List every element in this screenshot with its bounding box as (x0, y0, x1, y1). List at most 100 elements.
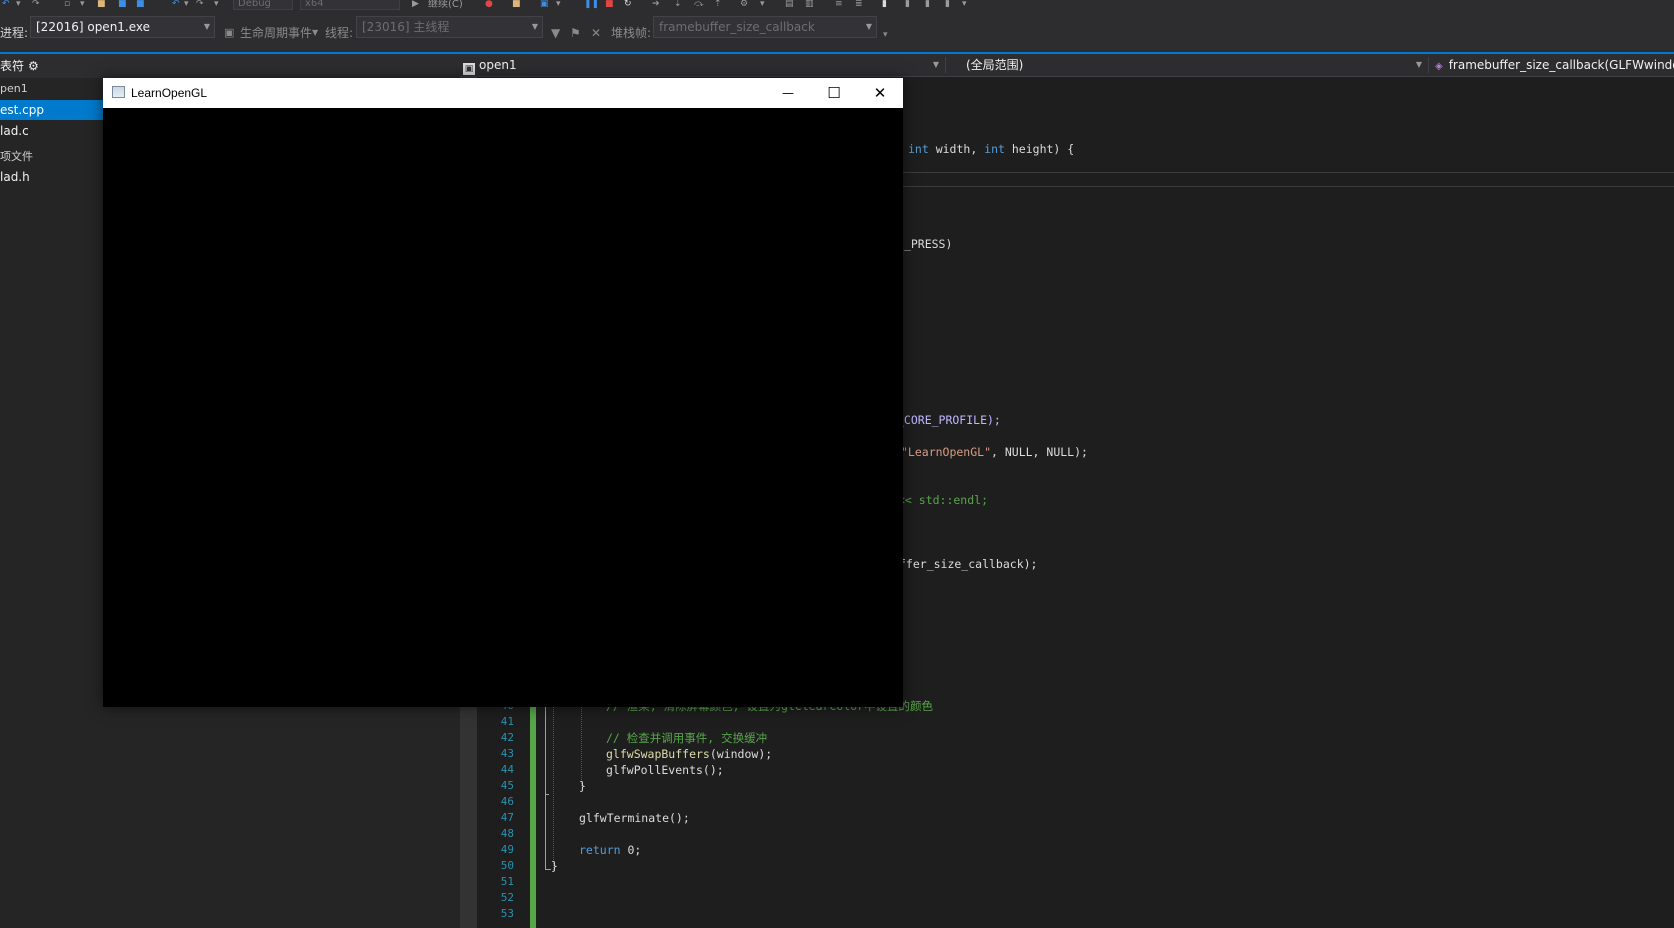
thread-dropdown[interactable]: [23016] 主线程 ▼ (356, 16, 543, 38)
project-value: open1 (479, 58, 517, 72)
code-line-50: } (551, 859, 558, 873)
return-value: 0; (620, 843, 642, 857)
redo-icon[interactable]: ↷ (196, 0, 204, 9)
redo-icon[interactable]: ↷ (32, 0, 40, 9)
chevron-down-icon[interactable]: ▾ (80, 0, 85, 9)
change-indicator-bar (530, 690, 536, 928)
chevron-down-icon[interactable]: ▾ (184, 0, 189, 9)
comment-icon[interactable]: ▤ (785, 0, 794, 9)
line-number: 42 (500, 731, 514, 744)
scope-dropdown[interactable]: (全局范围) ▼ (966, 55, 1426, 75)
code-line-47: glfwTerminate(); (579, 811, 690, 825)
screenshot-icon[interactable]: ▣ (540, 0, 549, 9)
opengl-window-titlebar[interactable]: LearnOpenGL — ☐ ✕ (103, 78, 903, 108)
new-file-icon[interactable]: ▫ (64, 0, 70, 9)
code-fragment-signature: int width, int height) { (908, 142, 1075, 156)
chevron-down-icon[interactable]: ▾ (214, 0, 219, 9)
opengl-window[interactable] (103, 78, 903, 707)
function-dropdown[interactable]: ◈ framebuffer_size_callback(GLFWwindo (1435, 55, 1674, 75)
step-over-icon[interactable]: ⤼ (694, 0, 704, 9)
debug-location-toolbar: 进程: [22016] open1.exe ▼ ▣ 生命周期事件 ▼ 线程: [… (0, 12, 1674, 52)
scope-bracket (545, 690, 546, 870)
lifecycle-events-button[interactable]: 生命周期事件 (240, 26, 312, 40)
diagnostic-icon[interactable]: ■ (512, 0, 521, 9)
function-value: framebuffer_size_callback(GLFWwindo (1448, 58, 1674, 72)
chevron-down-icon[interactable]: ▼ (312, 26, 318, 40)
process-dropdown[interactable]: [22016] open1.exe ▼ (30, 16, 215, 38)
tree-item-label: pen1 (0, 82, 28, 95)
code-line-42: // 检查并调用事件, 交换缓冲 (606, 731, 768, 745)
function-args: (window); (709, 747, 773, 761)
maximize-button[interactable]: ☐ (811, 78, 857, 108)
process-value: [22016] open1.exe (36, 20, 151, 34)
line-number: 44 (500, 763, 514, 776)
pause-icon[interactable]: ❚❚ (584, 0, 599, 9)
clear-bookmarks-icon[interactable]: ▮ (945, 0, 950, 9)
code-line-45: } (579, 779, 586, 793)
step-out-icon[interactable]: ⇡ (714, 0, 722, 9)
config-value: Debug (238, 0, 271, 9)
platform-dropdown[interactable]: x64 (300, 0, 400, 10)
undo-icon[interactable]: ↶ (172, 0, 180, 9)
code-fragment-press: /_PRESS) (897, 237, 953, 251)
indent-guide (553, 690, 554, 870)
step-into-icon[interactable]: ⇣ (674, 0, 682, 9)
toolbar-overflow-icon[interactable]: ▾ (883, 28, 888, 42)
indent-icon[interactable]: ≡ (835, 0, 843, 9)
open-folder-icon[interactable]: ■ (97, 0, 106, 9)
stackframe-label: 堆栈帧: (611, 26, 652, 40)
stop-icon[interactable]: ■ (605, 0, 614, 9)
bookmark-icon[interactable]: ▮ (882, 0, 887, 9)
continue-button[interactable]: 继续(C) (428, 0, 463, 10)
project-dropdown[interactable]: ▣ open1 ▼ (463, 55, 943, 75)
next-bookmark-icon[interactable]: ▮ (925, 0, 930, 9)
chevron-down-icon[interactable]: ▾ (556, 0, 561, 9)
gear-icon[interactable]: ⚙ (28, 59, 39, 73)
prev-bookmark-icon[interactable]: ▮ (905, 0, 910, 9)
undo-icon[interactable]: ↶ (2, 0, 10, 9)
code-fragment-profile: _CORE_PROFILE); (897, 413, 1001, 427)
stackframe-dropdown[interactable]: framebuffer_size_callback ▼ (653, 16, 877, 38)
code-line-44: glfwPollEvents(); (606, 763, 724, 777)
tree-item-label: est.cpp (0, 103, 44, 117)
stackframe-value: framebuffer_size_callback (659, 20, 815, 34)
function-separator (903, 172, 1674, 173)
close-button[interactable]: ✕ (857, 78, 903, 108)
toolbar-overflow-icon[interactable]: ▾ (962, 0, 967, 9)
line-number: 41 (500, 715, 514, 728)
hot-reload-icon[interactable]: ⚙ (740, 0, 748, 9)
line-number: 46 (500, 795, 514, 808)
editor-navigation-bar: ▣ open1 ▼ (全局范围) ▼ ◈ framebuffer_size_call… (460, 54, 1674, 77)
code-line-43: glfwSwapBuffers(window); (606, 747, 772, 761)
chevron-down-icon[interactable]: ▾ (16, 0, 21, 9)
thread-label: 线程: (325, 26, 354, 40)
filter-icon[interactable]: ▼ (551, 26, 560, 40)
play-icon[interactable]: ▶ (412, 0, 419, 9)
tree-item-label: lad.c (0, 124, 29, 138)
line-number: 47 (500, 811, 514, 824)
lifecycle-icon[interactable]: ▣ (224, 26, 234, 40)
tree-item-label: lad.h (0, 170, 30, 184)
chevron-down-icon[interactable]: ▾ (760, 0, 765, 9)
minimize-button[interactable]: — (765, 78, 811, 108)
line-number: 43 (500, 747, 514, 760)
line-number: 53 (500, 907, 514, 920)
line-number: 52 (500, 891, 514, 904)
uncomment-icon[interactable]: ▥ (805, 0, 814, 9)
split-threads-icon[interactable]: ✕ (591, 26, 601, 40)
chevron-down-icon: ▼ (932, 60, 939, 69)
process-label: 进程: (0, 26, 29, 40)
save-icon[interactable]: ■ (118, 0, 127, 9)
thread-value: [23016] 主线程 (362, 20, 450, 34)
show-next-statement-icon[interactable]: ➔ (652, 0, 660, 9)
nav-divider (945, 57, 946, 73)
tree-item-label: 项文件 (0, 150, 33, 163)
solution-explorer-title: 表符 (0, 59, 25, 73)
flag-filter-icon[interactable]: ⚑ (570, 26, 581, 40)
fire-icon[interactable]: ● (485, 0, 493, 9)
config-dropdown[interactable]: Debug (233, 0, 293, 10)
return-keyword: return (579, 843, 621, 857)
outdent-icon[interactable]: ≣ (855, 0, 863, 9)
restart-icon[interactable]: ↻ (624, 0, 632, 9)
save-all-icon[interactable]: ■ (136, 0, 145, 9)
